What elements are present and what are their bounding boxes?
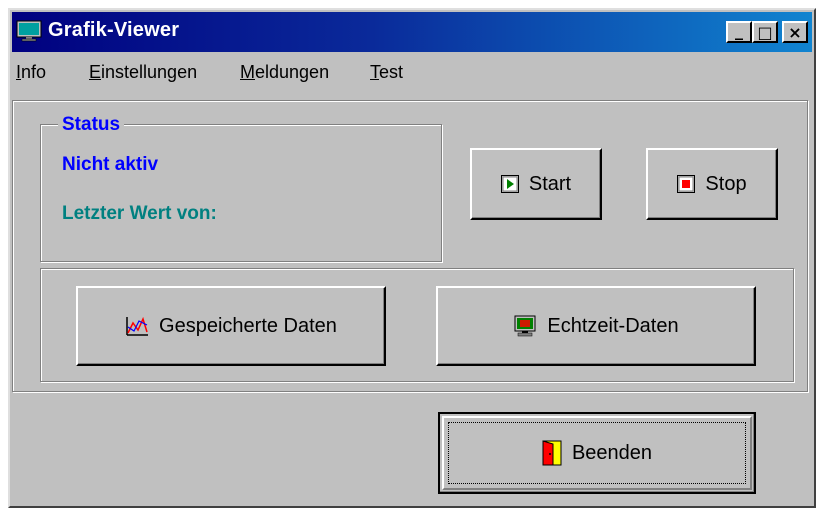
focus-rectangle bbox=[448, 422, 746, 484]
close-icon: × bbox=[788, 22, 802, 42]
menu-einstellungen-accel: E bbox=[89, 62, 102, 82]
monitor-app-icon bbox=[16, 20, 42, 42]
realtime-data-label: Echtzeit-Daten bbox=[547, 314, 679, 337]
menu-meldungen-label: eldungen bbox=[255, 62, 330, 82]
chart-icon bbox=[126, 316, 149, 336]
start-button[interactable]: Start bbox=[470, 148, 602, 220]
exit-button[interactable]: Beenden bbox=[438, 412, 756, 494]
menu-einstellungen-label: instellungen bbox=[101, 62, 198, 82]
status-groupbox bbox=[40, 124, 442, 262]
start-label: Start bbox=[528, 172, 572, 195]
menu-test-label: est bbox=[379, 62, 404, 82]
minimize-icon: _ bbox=[735, 20, 743, 40]
close-button[interactable]: × bbox=[782, 21, 808, 43]
title-bar[interactable]: Grafik-Viewer _ □ × bbox=[12, 12, 812, 52]
stop-label: Stop bbox=[705, 172, 747, 195]
menu-meldungen-accel: M bbox=[240, 62, 255, 82]
monitor-icon bbox=[514, 315, 536, 337]
menu-info-label: nfo bbox=[21, 62, 47, 82]
menu-test[interactable]: Test bbox=[370, 62, 403, 83]
menu-info[interactable]: Info bbox=[16, 62, 46, 83]
stop-icon bbox=[677, 175, 696, 193]
maximize-button[interactable]: □ bbox=[752, 21, 778, 43]
play-icon bbox=[500, 175, 519, 193]
realtime-data-button[interactable]: Echtzeit-Daten bbox=[436, 286, 756, 366]
saved-data-button[interactable]: Gespeicherte Daten bbox=[76, 286, 386, 366]
saved-data-label: Gespeicherte Daten bbox=[159, 314, 337, 337]
minimize-button[interactable]: _ bbox=[726, 21, 752, 43]
status-state: Nicht aktiv bbox=[62, 154, 159, 175]
menu-test-accel: T bbox=[370, 62, 379, 82]
app-window: Grafik-Viewer _ □ × Info Einstellungen M… bbox=[8, 8, 816, 508]
menu-einstellungen[interactable]: Einstellungen bbox=[89, 62, 197, 83]
menu-meldungen[interactable]: Meldungen bbox=[240, 62, 329, 83]
maximize-icon: □ bbox=[757, 22, 773, 42]
last-value-label: Letzter Wert von: bbox=[62, 203, 217, 224]
window-title: Grafik-Viewer bbox=[48, 19, 180, 41]
status-legend: Status bbox=[58, 114, 125, 136]
stop-button[interactable]: Stop bbox=[646, 148, 778, 220]
